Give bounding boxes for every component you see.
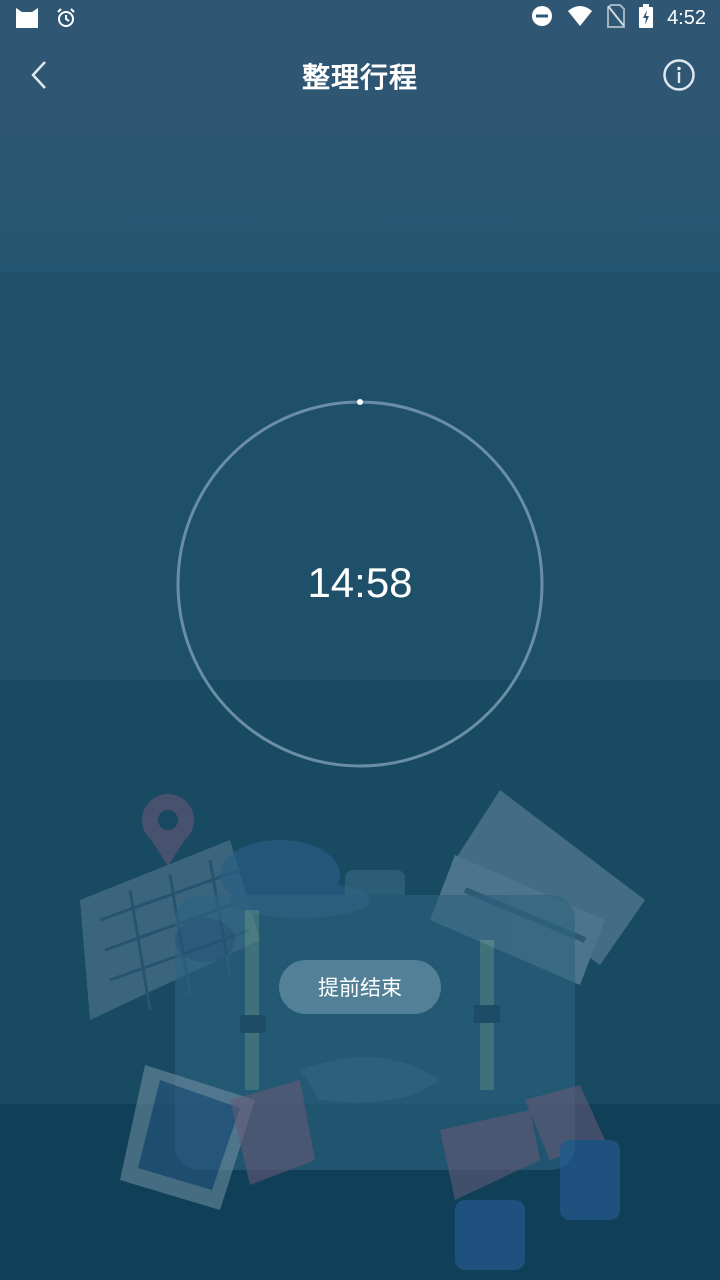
- alarm-icon: [56, 8, 76, 32]
- location-pin-illustration: [142, 794, 194, 866]
- timer-remaining: 14:58: [307, 559, 413, 606]
- info-circle-icon: [663, 59, 695, 91]
- countdown-timer: 14:58: [175, 399, 545, 769]
- info-button[interactable]: [662, 58, 696, 92]
- app-bar: 整理行程: [0, 44, 720, 106]
- status-time: 4:52: [667, 6, 706, 29]
- status-bar: 4:52: [0, 0, 720, 36]
- cat-app-icon: [14, 6, 40, 34]
- page-title: 整理行程: [301, 61, 418, 94]
- progress-indicator-dot: [357, 399, 363, 405]
- wifi-icon: [567, 5, 593, 31]
- travel-illustration: [80, 790, 645, 1270]
- no-sim-icon: [607, 4, 626, 32]
- do-not-disturb-icon: [531, 5, 553, 31]
- battery-charging-icon: [639, 4, 654, 32]
- end-early-button[interactable]: 提前结束: [279, 960, 441, 1014]
